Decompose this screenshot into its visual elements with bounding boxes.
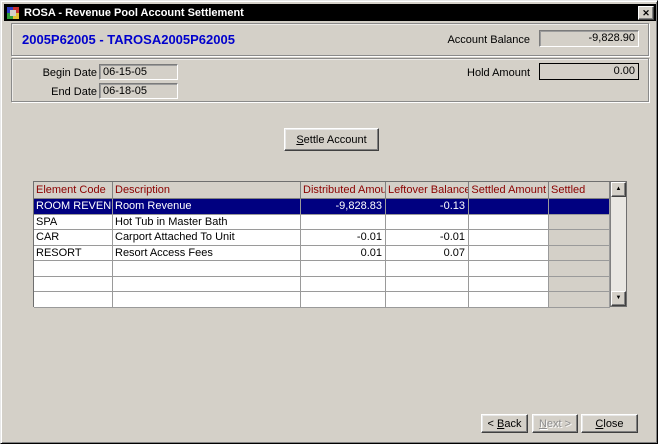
table-cell: Hot Tub in Master Bath	[113, 215, 301, 231]
title-bar: ROSA - Revenue Pool Account Settlement ✕	[4, 4, 656, 21]
table-cell: Room Revenue	[113, 199, 301, 215]
end-date-label: End Date	[12, 86, 97, 98]
table-cell	[469, 199, 549, 215]
table-cell: SPA	[34, 215, 113, 231]
scroll-up-icon[interactable]: ▲	[611, 182, 626, 197]
rosa-settlement-window: ROSA - Revenue Pool Account Settlement ✕…	[0, 0, 658, 444]
table-cell: Carport Attached To Unit	[113, 230, 301, 246]
table-cell	[549, 277, 610, 293]
table-cell: 0.07	[386, 246, 469, 262]
close-button[interactable]: Close	[581, 414, 638, 433]
table-cell: -0.01	[301, 230, 386, 246]
table-row[interactable]: RESORTResort Access Fees0.010.07	[34, 246, 626, 262]
table-row[interactable]: ROOM REVENUERoom Revenue-9,828.83-0.13	[34, 199, 626, 215]
table-cell	[113, 277, 301, 293]
table-cell	[469, 277, 549, 293]
begin-date-label: Begin Date	[12, 67, 97, 79]
table-body: ROOM REVENUERoom Revenue-9,828.83-0.13SP…	[34, 199, 626, 308]
table-cell: ROOM REVENUE	[34, 199, 113, 215]
app-icon	[6, 6, 20, 20]
table-cell: Resort Access Fees	[113, 246, 301, 262]
table-cell	[549, 246, 610, 262]
end-date-field[interactable]: 06-18-05	[99, 83, 178, 99]
table-cell: -0.01	[386, 230, 469, 246]
table-cell	[549, 199, 610, 215]
table-cell	[469, 230, 549, 246]
account-balance-field: -9,828.90	[539, 30, 639, 47]
table-cell	[469, 215, 549, 231]
table-cell	[549, 230, 610, 246]
close-icon[interactable]: ✕	[638, 6, 654, 20]
table-cell	[386, 261, 469, 277]
hold-amount-label: Hold Amount	[467, 67, 530, 79]
table-scrollbar[interactable]: ▲ ▼	[610, 182, 626, 306]
column-header[interactable]: Description	[113, 182, 301, 199]
account-balance-label: Account Balance	[447, 34, 530, 46]
window-title: ROSA - Revenue Pool Account Settlement	[24, 7, 244, 19]
table-cell	[34, 261, 113, 277]
table-cell: -0.13	[386, 199, 469, 215]
back-button[interactable]: < Back	[481, 414, 528, 433]
next-button: Next >	[532, 414, 578, 433]
table-cell	[549, 292, 610, 308]
table-cell: RESORT	[34, 246, 113, 262]
table-cell	[469, 246, 549, 262]
table-header-row: Element CodeDescriptionDistributed Amoun…	[34, 182, 626, 199]
begin-date-field[interactable]: 06-15-05	[99, 64, 178, 80]
table-cell	[301, 277, 386, 293]
table-row[interactable]	[34, 292, 626, 308]
account-code: 2005P62005 - TAROSA2005P62005	[22, 32, 235, 47]
table-cell	[34, 277, 113, 293]
table-cell: CAR	[34, 230, 113, 246]
dates-panel: Begin Date 06-15-05 End Date 06-18-05 Ho…	[11, 58, 649, 102]
table-cell	[113, 261, 301, 277]
table-cell	[549, 261, 610, 277]
table-cell	[386, 215, 469, 231]
table-cell	[34, 292, 113, 308]
table-row[interactable]: SPAHot Tub in Master Bath	[34, 215, 626, 231]
table-row[interactable]: CARCarport Attached To Unit-0.01-0.01	[34, 230, 626, 246]
table-cell	[386, 277, 469, 293]
table-cell	[469, 292, 549, 308]
scroll-down-icon[interactable]: ▼	[611, 291, 626, 306]
table-cell	[301, 292, 386, 308]
table-cell	[301, 261, 386, 277]
column-header[interactable]: Element Code	[34, 182, 113, 199]
table-cell	[469, 261, 549, 277]
table-cell	[549, 215, 610, 231]
settle-account-button[interactable]: Settle Account	[284, 128, 379, 151]
table-row[interactable]	[34, 277, 626, 293]
table-cell	[301, 215, 386, 231]
table-cell: 0.01	[301, 246, 386, 262]
table-row[interactable]	[34, 261, 626, 277]
table-cell	[386, 292, 469, 308]
hold-amount-field: 0.00	[539, 63, 639, 80]
account-header-panel: 2005P62005 - TAROSA2005P62005 Account Ba…	[11, 23, 649, 56]
table-cell: -9,828.83	[301, 199, 386, 215]
table-cell	[113, 292, 301, 308]
column-header[interactable]: Distributed Amount	[301, 182, 386, 199]
column-header[interactable]: Leftover Balance	[386, 182, 469, 199]
settlement-table: Element CodeDescriptionDistributed Amoun…	[33, 181, 627, 307]
column-header[interactable]: Settled Amount	[469, 182, 549, 199]
column-header[interactable]: Settled	[549, 182, 610, 199]
